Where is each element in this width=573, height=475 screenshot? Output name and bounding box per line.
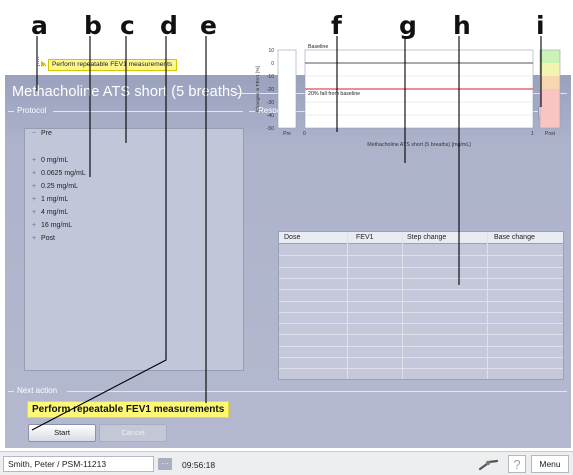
y-tick-label-2: -10 (267, 74, 274, 80)
table-row (279, 368, 563, 370)
table-row (279, 255, 563, 257)
y-axis-label: Changes in FEV1 [%] (255, 66, 261, 112)
callout-b: b (84, 11, 102, 40)
tree-item-6[interactable]: 16 mg/mL (41, 222, 72, 229)
pre-label: Pre (283, 131, 291, 137)
severity-band-3 (540, 89, 560, 128)
callout-f: f (331, 11, 342, 40)
callout-g: g (399, 11, 417, 40)
table-row (279, 323, 563, 325)
tree-item-7[interactable]: Post (41, 235, 55, 242)
y-tick-label-6: -50 (267, 126, 274, 132)
table-header-dose: Dose (284, 234, 301, 241)
table-header-base-change: Base change (494, 234, 535, 241)
y-tick-label-4: -30 (267, 100, 274, 106)
patient-more-button[interactable]: ··· (158, 458, 172, 470)
table-row (279, 277, 563, 279)
connection-icon (477, 458, 501, 471)
next-action-divider-right (67, 391, 567, 392)
table-row (279, 266, 563, 268)
tree-item-2[interactable]: 0.0625 mg/mL (41, 170, 86, 177)
table-row (279, 311, 563, 313)
callout-c: c (120, 11, 135, 40)
protocol-tree[interactable] (24, 128, 244, 371)
tree-item-4[interactable]: 1 mg/mL (41, 196, 68, 203)
response-chart: 100-10-20-30-40-50Baseline20% fall from … (255, 44, 561, 148)
tree-expander-icon[interactable]: + (32, 196, 38, 203)
next-action-text: Perform repeatable FEV1 measurements (27, 401, 230, 418)
tree-item-1[interactable]: 0 mg/mL (41, 157, 68, 164)
tree-item-3[interactable]: 0.25 mg/mL (41, 183, 78, 190)
tree-item-0[interactable]: Pre (41, 130, 52, 137)
y-tick-label-3: -20 (267, 87, 274, 93)
callout-d: d (160, 11, 178, 40)
help-button[interactable]: ? (508, 455, 526, 473)
tree-item-pre-child[interactable]: Perform repeatable FEV1 measurements (48, 59, 178, 71)
tree-expander-icon[interactable]: + (32, 222, 38, 229)
tree-expander-icon[interactable]: + (32, 157, 38, 164)
table-header-fev1: FEV1 (356, 234, 374, 241)
table-row (279, 289, 563, 291)
y-tick-label-1: 0 (271, 61, 274, 67)
table-header-step-change: Step change (407, 234, 447, 241)
patient-field[interactable]: Smith, Peter / PSM-11213 (3, 456, 154, 472)
y-tick-label-5: -40 (267, 113, 274, 119)
callout-i: i (536, 11, 545, 40)
tree-expander-icon[interactable]: + (32, 183, 38, 190)
callout-e: e (200, 11, 217, 40)
protocol-divider-left (8, 111, 14, 112)
tree-item-5[interactable]: 4 mg/mL (41, 209, 68, 216)
cancel-button: Cancel (99, 424, 167, 442)
next-action-group-title: Next action (17, 386, 58, 395)
series-label-1: 20% fall from baseline (308, 91, 360, 97)
table-row (279, 334, 563, 336)
x-tick-label-end: 1 (531, 131, 534, 137)
severity-band-0 (540, 50, 560, 63)
pre-panel (277, 49, 297, 129)
window-title: Methacholine ATS short (5 breaths) (12, 84, 243, 100)
x-axis-label: Methacholine ATS short (5 breaths) [mg/m… (367, 142, 471, 148)
callout-h: h (453, 11, 471, 40)
table-row (279, 357, 563, 358)
post-label: Post (545, 131, 556, 137)
x-tick-label-start: 0 (303, 131, 306, 137)
series-label-0: Baseline (308, 44, 328, 50)
patient-label: Smith, Peter / PSM-11213 (8, 459, 107, 469)
start-button[interactable]: Start (28, 424, 96, 442)
tree-expander-icon[interactable]: + (32, 235, 38, 242)
protocol-group-title: Protocol (17, 106, 47, 115)
severity-band-1 (540, 63, 560, 76)
next-action-divider-left (8, 391, 14, 392)
y-tick-label-0: 10 (268, 48, 274, 54)
menu-button[interactable]: Menu (531, 455, 569, 473)
tree-expander-icon[interactable]: + (32, 170, 38, 177)
arrow-right-icon (41, 61, 46, 67)
tree-expander-icon[interactable]: − (32, 130, 38, 137)
results-table: Dose FEV1 Step change Base change (278, 231, 564, 380)
table-row (279, 345, 563, 347)
status-bar: Smith, Peter / PSM-11213 ··· 09:56:18 ? … (0, 451, 573, 475)
table-row (279, 300, 563, 302)
severity-band-2 (540, 76, 560, 89)
protocol-divider-right (53, 111, 243, 112)
tree-expander-icon[interactable]: + (32, 209, 38, 216)
clock: 09:56:18 (182, 460, 216, 470)
callout-a: a (31, 11, 48, 40)
